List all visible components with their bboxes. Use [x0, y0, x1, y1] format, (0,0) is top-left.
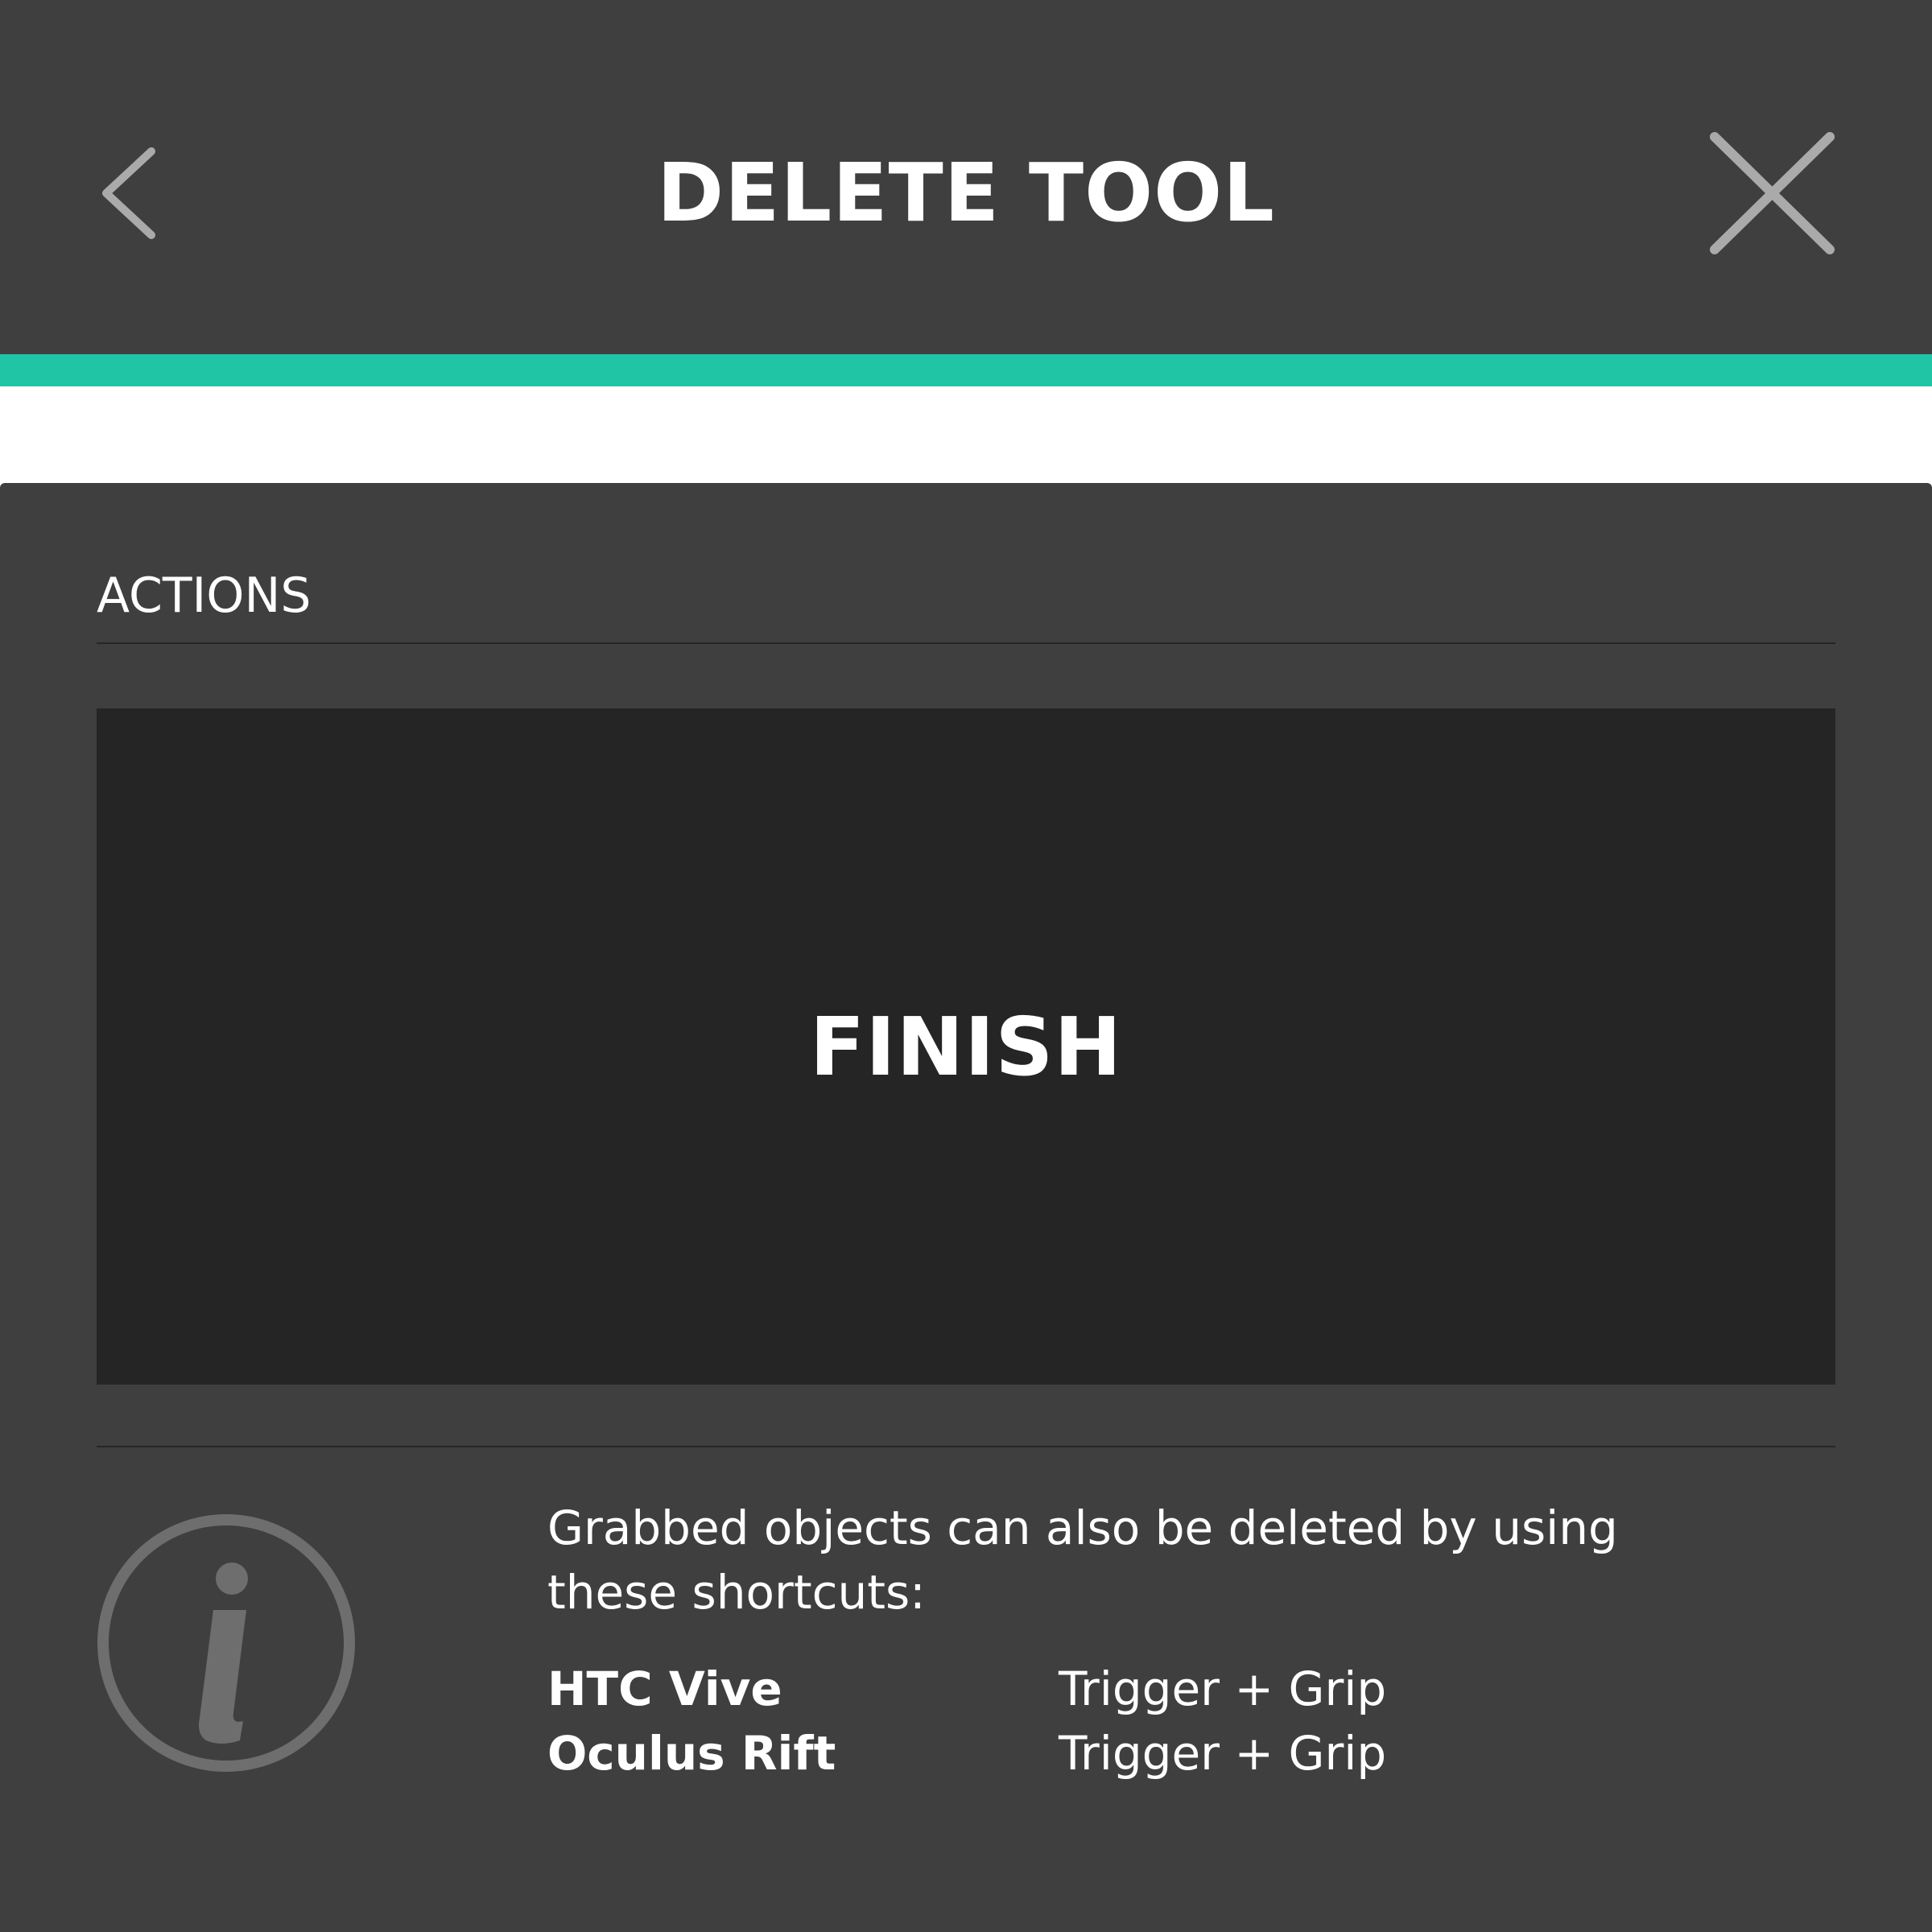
accent-bar [0, 354, 1932, 386]
section-label-actions: ACTIONS [97, 568, 312, 624]
page-title: DELETE TOOL [657, 146, 1275, 240]
shortcut-combo: Trigger + Grip [1059, 1726, 1387, 1781]
close-button[interactable] [1699, 129, 1835, 266]
finish-button[interactable]: FINISH [97, 708, 1835, 1385]
divider [97, 1446, 1835, 1447]
divider [97, 642, 1835, 644]
header-bar: DELETE TOOL [0, 0, 1932, 354]
close-icon [1710, 132, 1835, 254]
shortcut-row: Oculus Rift Trigger + Grip [547, 1721, 1755, 1785]
shortcut-device: Oculus Rift [547, 1726, 836, 1781]
shortcut-combo: Trigger + Grip [1059, 1662, 1387, 1716]
info-description: Grabbed objects can also be deleted by u… [547, 1501, 1618, 1620]
finish-button-label: FINISH [809, 999, 1123, 1094]
info-icon [97, 1513, 356, 1773]
shortcut-device: HTC Vive [547, 1662, 782, 1716]
shortcut-row: HTC Vive Trigger + Grip [547, 1657, 1755, 1721]
